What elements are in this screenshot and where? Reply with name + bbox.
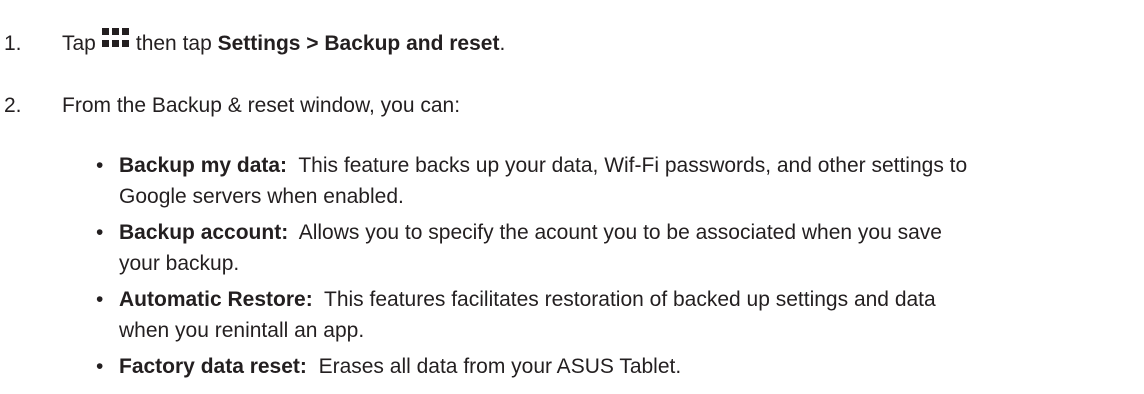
- step-text: From the Backup & reset window, you can:: [62, 94, 461, 117]
- list-item-term: Automatic Restore:: [119, 288, 313, 311]
- list-item-line1: Allows you to specify the acount you to …: [298, 221, 942, 244]
- list-item-text: Backup my data: This feature backs up yo…: [119, 150, 1139, 212]
- step-prefix: Tap: [62, 32, 96, 55]
- list-item-text: Factory data reset: Erases all data from…: [119, 351, 1139, 382]
- list-item-line2: when you renintall an app.: [119, 319, 365, 342]
- settings-path: Settings > Backup and reset: [217, 32, 500, 55]
- step-middle: then tap: [135, 32, 212, 55]
- list-item-line1: This features facilitates restoration of…: [324, 288, 936, 311]
- list-item-line1: Erases all data from your ASUS Tablet.: [318, 355, 682, 378]
- list-item-term: Factory data reset:: [119, 355, 307, 378]
- list-item-line2: Google servers when enabled.: [119, 185, 404, 208]
- list-item-term: Backup my data:: [119, 154, 288, 177]
- bullet-icon: •: [96, 154, 104, 177]
- bullet-icon: •: [96, 355, 104, 378]
- step-number: 2.: [4, 94, 22, 117]
- bullet-icon: •: [96, 288, 104, 311]
- step-text: Tap then tap Settings > Backup and reset…: [62, 28, 506, 58]
- step-suffix: .: [499, 32, 506, 55]
- apps-grid-icon: [101, 28, 130, 48]
- list-item-line2: your backup.: [119, 252, 240, 275]
- bullet-icon: •: [96, 221, 104, 244]
- list-item-text: Backup account: Allows you to specify th…: [119, 217, 1139, 279]
- list-item-term: Backup account:: [119, 221, 289, 244]
- list-item-line1: This feature backs up your data, Wif-Fi …: [298, 154, 968, 177]
- list-item-text: Automatic Restore: This features facilit…: [119, 284, 1139, 346]
- step-number: 1.: [4, 32, 22, 55]
